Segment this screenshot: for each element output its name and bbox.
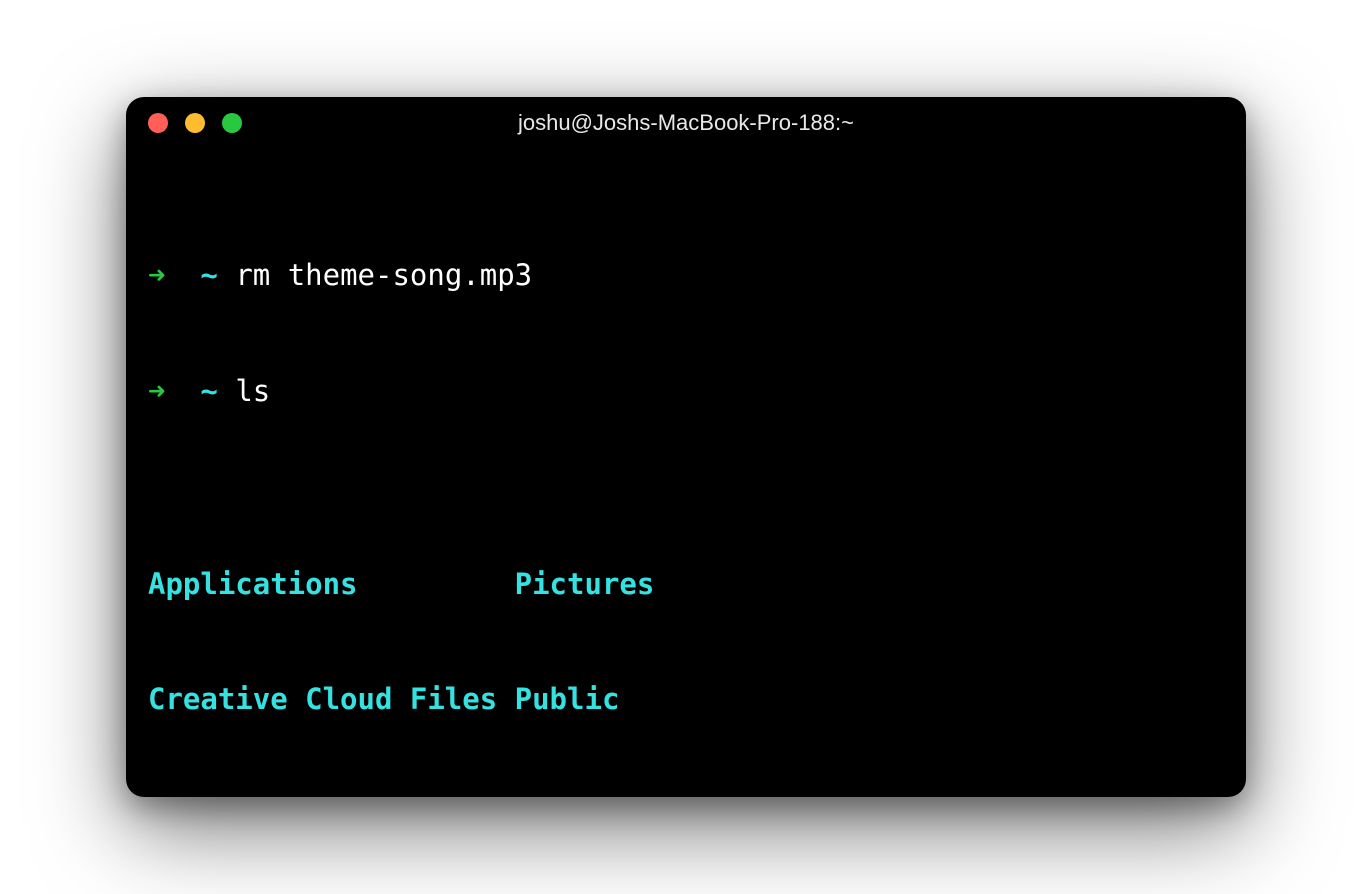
command-2: ls <box>235 374 270 408</box>
minimize-icon[interactable] <box>185 113 205 133</box>
prompt-cwd: ~ <box>200 374 217 408</box>
directory-entry: Creative Cloud Files <box>148 680 515 719</box>
command-1: rm theme-song.mp3 <box>235 258 532 292</box>
prompt-arrow-icon: ➜ <box>148 258 165 292</box>
directory-entry: Public <box>515 680 620 719</box>
directory-entry: Desktop <box>148 796 515 797</box>
title-bar: joshu@Joshs-MacBook-Pro-188:~ <box>126 97 1246 149</box>
prompt-line-2: ➜ ~ ls <box>148 372 1224 411</box>
window-title: joshu@Joshs-MacBook-Pro-188:~ <box>126 110 1246 136</box>
maximize-icon[interactable] <box>222 113 242 133</box>
directory-entry: blender <box>515 796 637 797</box>
list-item: Creative Cloud FilesPublic <box>148 680 1224 719</box>
list-item: Desktopblender <box>148 796 1224 797</box>
prompt-line-1: ➜ ~ rm theme-song.mp3 <box>148 256 1224 295</box>
prompt-arrow-icon: ➜ <box>148 374 165 408</box>
directory-entry: Applications <box>148 565 515 604</box>
close-icon[interactable] <box>148 113 168 133</box>
directory-entry: Pictures <box>515 565 655 604</box>
ls-output: ApplicationsPictures Creative Cloud File… <box>148 488 1224 798</box>
prompt-cwd: ~ <box>200 258 217 292</box>
list-item: ApplicationsPictures <box>148 565 1224 604</box>
terminal-window: joshu@Joshs-MacBook-Pro-188:~ ➜ ~ rm the… <box>126 97 1246 797</box>
terminal-body[interactable]: ➜ ~ rm theme-song.mp3 ➜ ~ ls Application… <box>126 149 1246 797</box>
traffic-lights <box>148 113 242 133</box>
